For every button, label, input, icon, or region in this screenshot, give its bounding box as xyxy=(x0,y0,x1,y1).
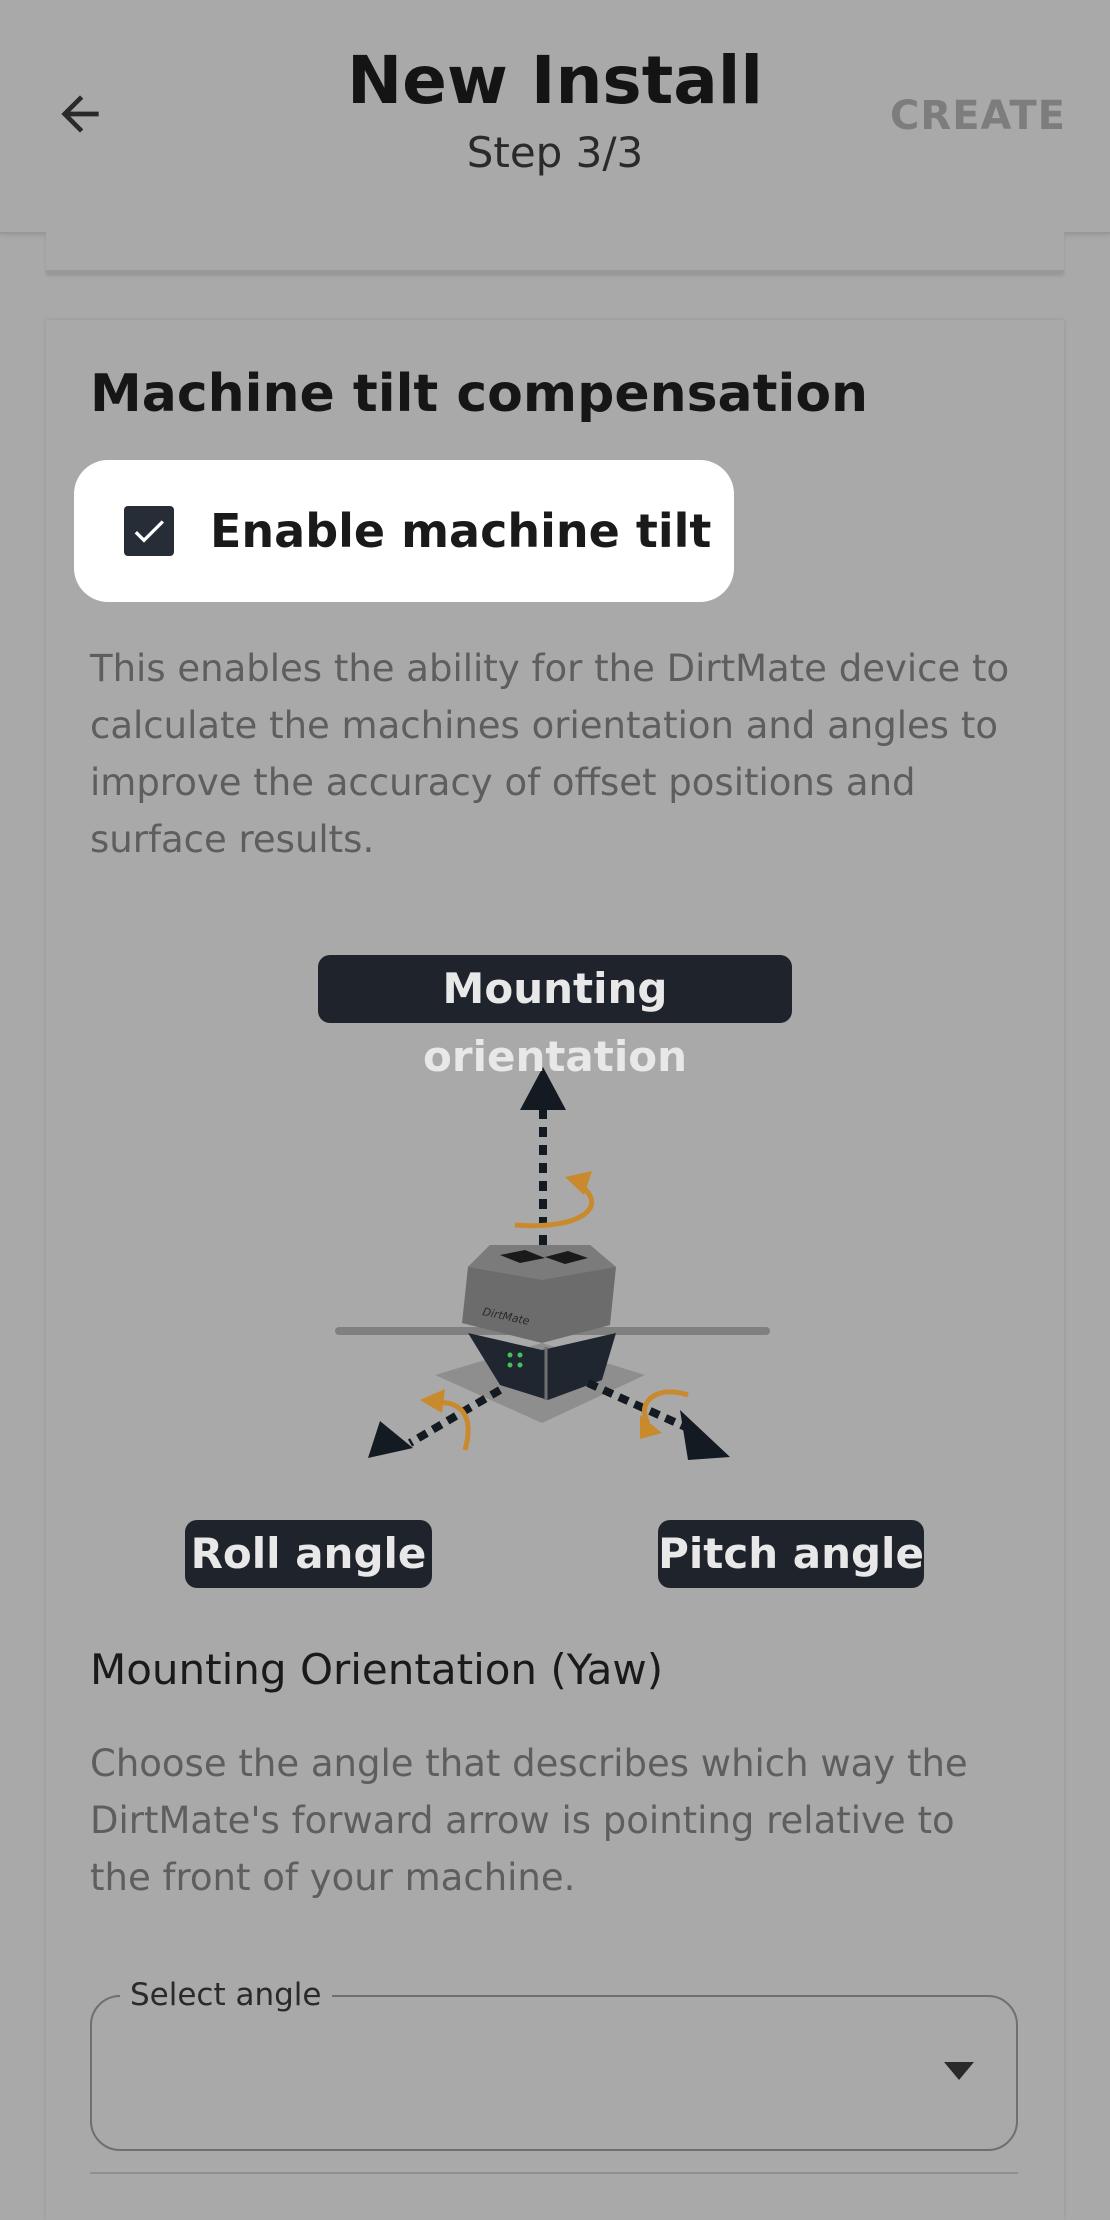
tilt-description: This enables the ability for the DirtMat… xyxy=(90,647,1010,861)
previous-card xyxy=(46,232,1064,273)
create-button[interactable]: CREATE xyxy=(890,86,1066,146)
pitch-arrow-head xyxy=(680,1410,730,1460)
roll-angle-tag: Roll angle xyxy=(185,1520,432,1588)
device-led xyxy=(517,1352,523,1358)
mounting-orientation-tag: Mounting orientation xyxy=(318,955,792,1081)
app-bar: New Install Step 3/3 CREATE xyxy=(0,0,1110,234)
device-led xyxy=(517,1362,523,1368)
angle-select[interactable] xyxy=(90,1995,1018,2151)
enable-tilt-checkbox-row[interactable]: Enable machine tilt xyxy=(74,460,734,602)
roll-rotation-head xyxy=(420,1389,445,1413)
device-led xyxy=(507,1362,513,1368)
pitch-angle-tag: Pitch angle xyxy=(658,1520,924,1588)
next-field-divider xyxy=(90,2172,1018,2174)
section-title: Machine tilt compensation xyxy=(90,364,869,424)
angle-select-label: Select angle xyxy=(120,1972,332,2018)
dropdown-arrow-icon[interactable] xyxy=(944,2062,974,2082)
yaw-description: Choose the angle that describes which wa… xyxy=(90,1742,968,1899)
check-icon xyxy=(134,520,164,543)
yaw-title: Mounting Orientation (Yaw) xyxy=(90,1645,664,1694)
pitch-rotation-head xyxy=(640,1415,662,1439)
roll-arrow-head xyxy=(368,1421,413,1458)
enable-tilt-label: Enable machine tilt xyxy=(210,504,712,558)
enable-tilt-checkbox[interactable] xyxy=(124,506,174,556)
device-led xyxy=(507,1352,513,1358)
